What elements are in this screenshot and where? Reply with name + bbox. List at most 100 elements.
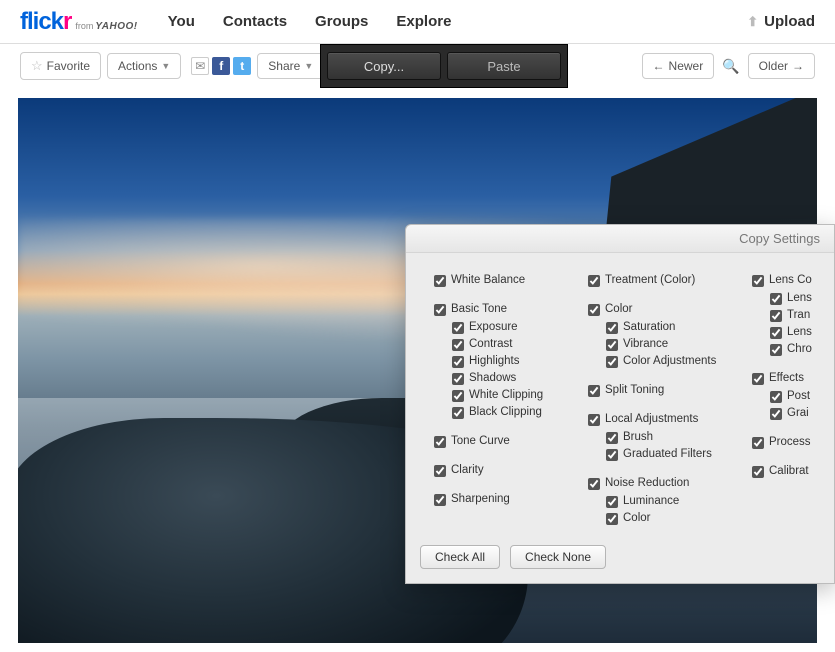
check-all-button[interactable]: Check All (420, 545, 500, 569)
chk-post-vignette[interactable]: Post (770, 389, 835, 404)
checkbox[interactable] (588, 478, 600, 490)
chk-lens-corrections[interactable]: Lens Co (752, 273, 835, 288)
arrow-left-icon: ← (653, 59, 665, 73)
checkbox[interactable] (588, 385, 600, 397)
chk-process[interactable]: Process (752, 435, 835, 450)
older-label: Older (759, 59, 788, 73)
twitter-icon[interactable]: t (233, 57, 251, 75)
chk-calibration[interactable]: Calibrat (752, 464, 835, 479)
flickr-logo[interactable]: flickr from YAHOO! (20, 8, 138, 36)
star-icon: ☆ (31, 58, 43, 74)
chk-saturation[interactable]: Saturation (606, 320, 738, 335)
facebook-icon[interactable]: f (212, 57, 230, 75)
chk-contrast[interactable]: Contrast (452, 337, 574, 352)
chk-black-clipping[interactable]: Black Clipping (452, 405, 574, 420)
chk-nr-color[interactable]: Color (606, 511, 738, 526)
checkbox[interactable] (452, 339, 464, 351)
checkbox[interactable] (770, 293, 782, 305)
basic-tone-group: Exposure Contrast Highlights Shadows Whi… (434, 320, 574, 420)
chk-grain[interactable]: Grai (770, 406, 835, 421)
chk-clarity[interactable]: Clarity (434, 463, 574, 478)
checkbox[interactable] (752, 373, 764, 385)
mail-icon[interactable]: ✉ (191, 57, 209, 75)
checkbox[interactable] (606, 513, 618, 525)
chk-basic-tone[interactable]: Basic Tone (434, 302, 574, 317)
older-button[interactable]: Older → (748, 53, 815, 79)
newer-label: Newer (669, 59, 704, 73)
chk-graduated-filters[interactable]: Graduated Filters (606, 447, 738, 462)
copy-button[interactable]: Copy... (327, 52, 441, 80)
chk-noise-reduction[interactable]: Noise Reduction (588, 476, 738, 491)
checkbox[interactable] (752, 437, 764, 449)
chk-treatment[interactable]: Treatment (Color) (588, 273, 738, 288)
chk-tone-curve[interactable]: Tone Curve (434, 434, 574, 449)
newer-button[interactable]: ← Newer (642, 53, 715, 79)
nav-groups[interactable]: Groups (315, 13, 368, 30)
settings-col-1: White Balance Basic Tone Exposure Contra… (434, 273, 574, 526)
chk-transform[interactable]: Tran (770, 308, 835, 323)
checkbox[interactable] (588, 275, 600, 287)
chk-exposure[interactable]: Exposure (452, 320, 574, 335)
checkbox[interactable] (434, 304, 446, 316)
checkbox[interactable] (452, 322, 464, 334)
checkbox[interactable] (770, 310, 782, 322)
chk-highlights[interactable]: Highlights (452, 354, 574, 369)
checkbox[interactable] (752, 275, 764, 287)
chevron-down-icon: ▼ (161, 61, 170, 71)
nav-you[interactable]: You (168, 13, 195, 30)
favorite-label: Favorite (47, 59, 90, 73)
share-menu[interactable]: Share ▼ (257, 53, 324, 79)
checkbox[interactable] (606, 432, 618, 444)
checkbox[interactable] (434, 436, 446, 448)
nav-contacts[interactable]: Contacts (223, 13, 287, 30)
chk-brush[interactable]: Brush (606, 430, 738, 445)
chk-vibrance[interactable]: Vibrance (606, 337, 738, 352)
nav-explore[interactable]: Explore (396, 13, 451, 30)
checkbox[interactable] (770, 344, 782, 356)
checkbox[interactable] (606, 322, 618, 334)
checkbox[interactable] (770, 391, 782, 403)
checkbox[interactable] (452, 390, 464, 402)
checkbox[interactable] (434, 465, 446, 477)
magnify-icon[interactable]: 🔍 (722, 58, 739, 75)
chk-chromatic[interactable]: Chro (770, 342, 835, 357)
upload-link[interactable]: ⬆ Upload (747, 13, 815, 30)
checkbox[interactable] (606, 356, 618, 368)
chk-white-clipping[interactable]: White Clipping (452, 388, 574, 403)
chk-color-adjustments[interactable]: Color Adjustments (606, 354, 738, 369)
checkbox[interactable] (452, 407, 464, 419)
checkbox[interactable] (434, 494, 446, 506)
settings-col-2: Treatment (Color) Color Saturation Vibra… (588, 273, 738, 526)
checkbox[interactable] (770, 327, 782, 339)
copy-settings-dialog: Copy Settings White Balance Basic Tone E… (405, 224, 835, 584)
arrow-right-icon: → (792, 59, 804, 73)
checkbox[interactable] (770, 408, 782, 420)
checkbox[interactable] (588, 304, 600, 316)
right-actions: ← Newer 🔍 Older → (642, 53, 815, 79)
chk-local-adjustments[interactable]: Local Adjustments (588, 412, 738, 427)
logo-from: from (75, 21, 93, 31)
chk-luminance[interactable]: Luminance (606, 494, 738, 509)
paste-button[interactable]: Paste (447, 52, 561, 80)
checkbox[interactable] (452, 356, 464, 368)
checkbox[interactable] (606, 449, 618, 461)
chk-lens-2[interactable]: Lens (770, 325, 835, 340)
chk-shadows[interactable]: Shadows (452, 371, 574, 386)
checkbox[interactable] (434, 275, 446, 287)
chk-sharpening[interactable]: Sharpening (434, 492, 574, 507)
favorite-button[interactable]: ☆ Favorite (20, 52, 101, 80)
checkbox[interactable] (752, 466, 764, 478)
chk-split-toning[interactable]: Split Toning (588, 383, 738, 398)
checkbox[interactable] (606, 339, 618, 351)
actions-menu[interactable]: Actions ▼ (107, 53, 181, 79)
check-none-button[interactable]: Check None (510, 545, 606, 569)
checkbox[interactable] (588, 414, 600, 426)
checkbox[interactable] (452, 373, 464, 385)
chk-effects[interactable]: Effects (752, 371, 835, 386)
dialog-title: Copy Settings (406, 225, 834, 253)
chk-color[interactable]: Color (588, 302, 738, 317)
chk-lens-1[interactable]: Lens (770, 291, 835, 306)
action-bar: ☆ Favorite Actions ▼ ✉ f t Share ▼ Copy.… (0, 44, 835, 88)
checkbox[interactable] (606, 496, 618, 508)
chk-white-balance[interactable]: White Balance (434, 273, 574, 288)
